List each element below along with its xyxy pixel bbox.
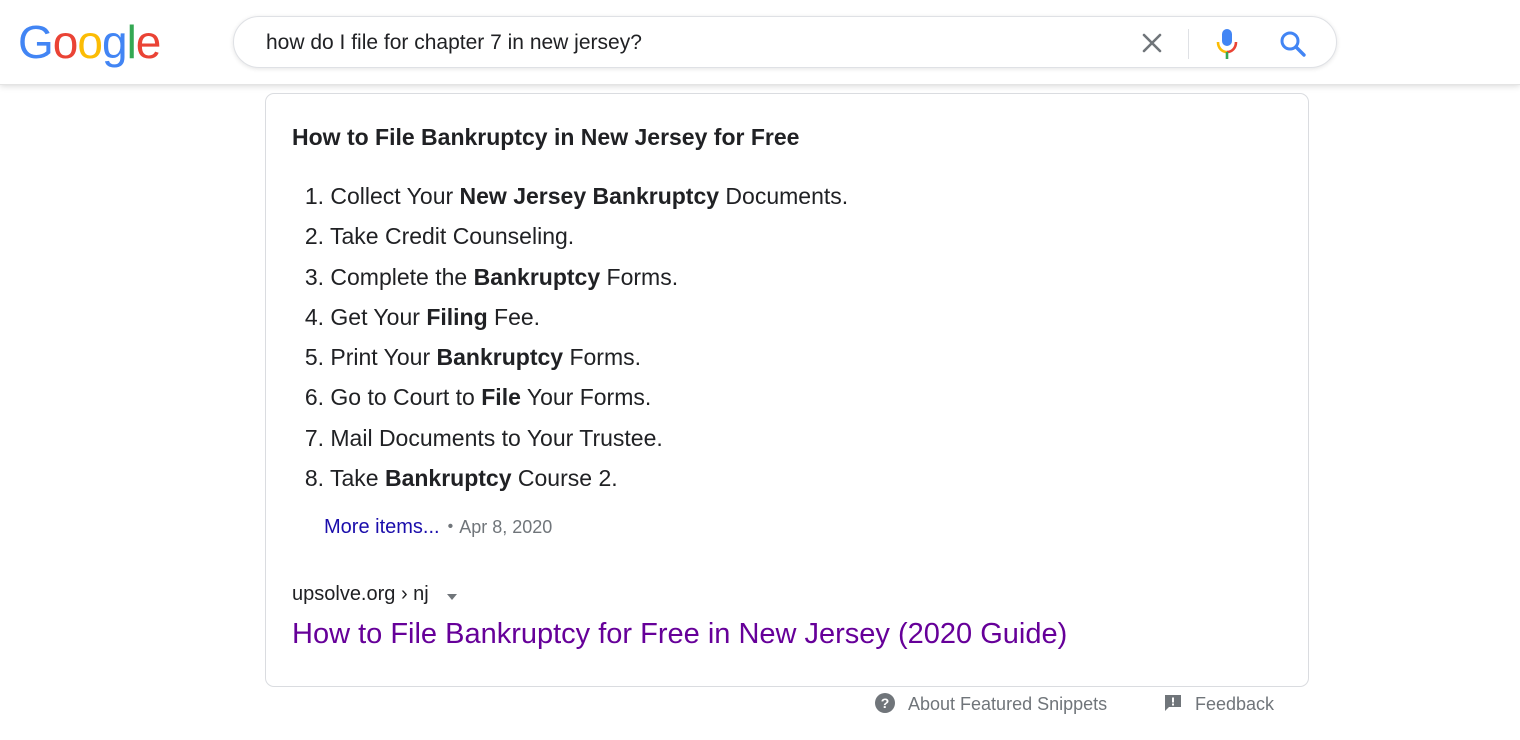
search-box xyxy=(233,16,1337,68)
step-text: Forms. xyxy=(563,344,642,371)
cite-text: upsolve.org › nj xyxy=(292,583,429,605)
step-text: Documents. xyxy=(719,183,849,209)
search-icon[interactable] xyxy=(1277,28,1309,60)
step-text: Go to Court to xyxy=(330,384,482,411)
step-text: Take Credit Counseling. xyxy=(329,223,575,250)
feedback-icon xyxy=(1165,695,1181,712)
more-items-row: More items... • Apr 8, 2020 xyxy=(324,516,552,539)
step-text: Get Your xyxy=(330,303,427,330)
step-text: Complete the xyxy=(330,263,474,290)
step-text: Collect Your xyxy=(330,183,460,209)
step-text: Your Forms. xyxy=(520,384,652,411)
step-number: 3. xyxy=(304,263,324,290)
featured-snippet: How to File Bankruptcy in New Jersey for… xyxy=(265,93,1309,687)
step-text: Take xyxy=(329,465,385,492)
feedback-button[interactable]: Feedback xyxy=(1163,694,1274,718)
step-number: 7. xyxy=(304,424,324,451)
step-text-bold: Bankruptcy xyxy=(384,465,512,492)
list-item: 2. Take Credit Counseling. xyxy=(292,218,848,258)
step-text: Print Your xyxy=(330,344,437,371)
step-text-bold: Bankruptcy xyxy=(473,263,601,290)
result-cite: upsolve.org › nj xyxy=(292,583,458,606)
search-input[interactable] xyxy=(266,28,1106,58)
step-number: 6. xyxy=(304,384,324,411)
step-number: 8. xyxy=(304,465,324,492)
steps-list: 1. Collect Your New Jersey Bankruptcy Do… xyxy=(292,178,848,500)
snippet-title: How to File Bankruptcy in New Jersey for… xyxy=(292,124,800,150)
more-items-link[interactable]: More items... xyxy=(324,516,440,538)
search-header: Google xyxy=(0,0,1520,85)
mic-icon[interactable] xyxy=(1212,27,1242,61)
step-text-bold: Filing xyxy=(426,303,488,330)
step-text: Mail Documents to Your Trustee. xyxy=(330,424,663,451)
step-number: 2. xyxy=(304,223,324,250)
svg-text:?: ? xyxy=(881,695,890,711)
bullet-separator: • xyxy=(447,518,454,535)
step-text: Fee. xyxy=(487,303,541,330)
chevron-down-icon[interactable] xyxy=(446,586,458,600)
list-item: 4. Get Your Filing Fee. xyxy=(292,299,848,339)
snippet-date: Apr 8, 2020 xyxy=(459,517,553,537)
result-title-link[interactable]: How to File Bankruptcy for Free in New J… xyxy=(292,618,1067,651)
about-featured-snippets[interactable]: ? About Featured Snippets xyxy=(874,693,1108,718)
step-text-bold: File xyxy=(481,384,521,411)
feedback-label: Feedback xyxy=(1195,694,1275,714)
logo-letter: g xyxy=(101,16,128,68)
close-icon[interactable] xyxy=(1137,28,1167,58)
about-label: About Featured Snippets xyxy=(908,694,1108,714)
step-text-bold: Bankruptcy xyxy=(436,344,564,371)
step-text-bold: New Jersey Bankruptcy xyxy=(459,183,720,209)
list-item: 7. Mail Documents to Your Trustee. xyxy=(292,420,848,460)
help-icon: ? xyxy=(875,693,895,714)
list-item: 8. Take Bankruptcy Course 2. xyxy=(292,460,848,500)
list-item: 6. Go to Court to File Your Forms. xyxy=(292,379,848,419)
logo-letter: o xyxy=(77,16,103,68)
list-item: 1. Collect Your New Jersey Bankruptcy Do… xyxy=(292,178,848,218)
step-text: Course 2. xyxy=(511,465,618,492)
step-number: 5. xyxy=(304,344,324,371)
step-number: 1. xyxy=(304,183,324,209)
logo-letter: l xyxy=(126,16,137,68)
list-item: 3. Complete the Bankruptcy Forms. xyxy=(292,259,848,299)
logo-letter: e xyxy=(135,16,162,68)
google-logo[interactable]: Google xyxy=(18,12,162,72)
step-text: Forms. xyxy=(600,263,679,290)
list-item: 5. Print Your Bankruptcy Forms. xyxy=(292,339,848,379)
logo-letter: o xyxy=(52,16,79,68)
search-divider xyxy=(1188,29,1189,59)
step-number: 4. xyxy=(304,303,324,330)
logo-letter: G xyxy=(18,16,54,68)
